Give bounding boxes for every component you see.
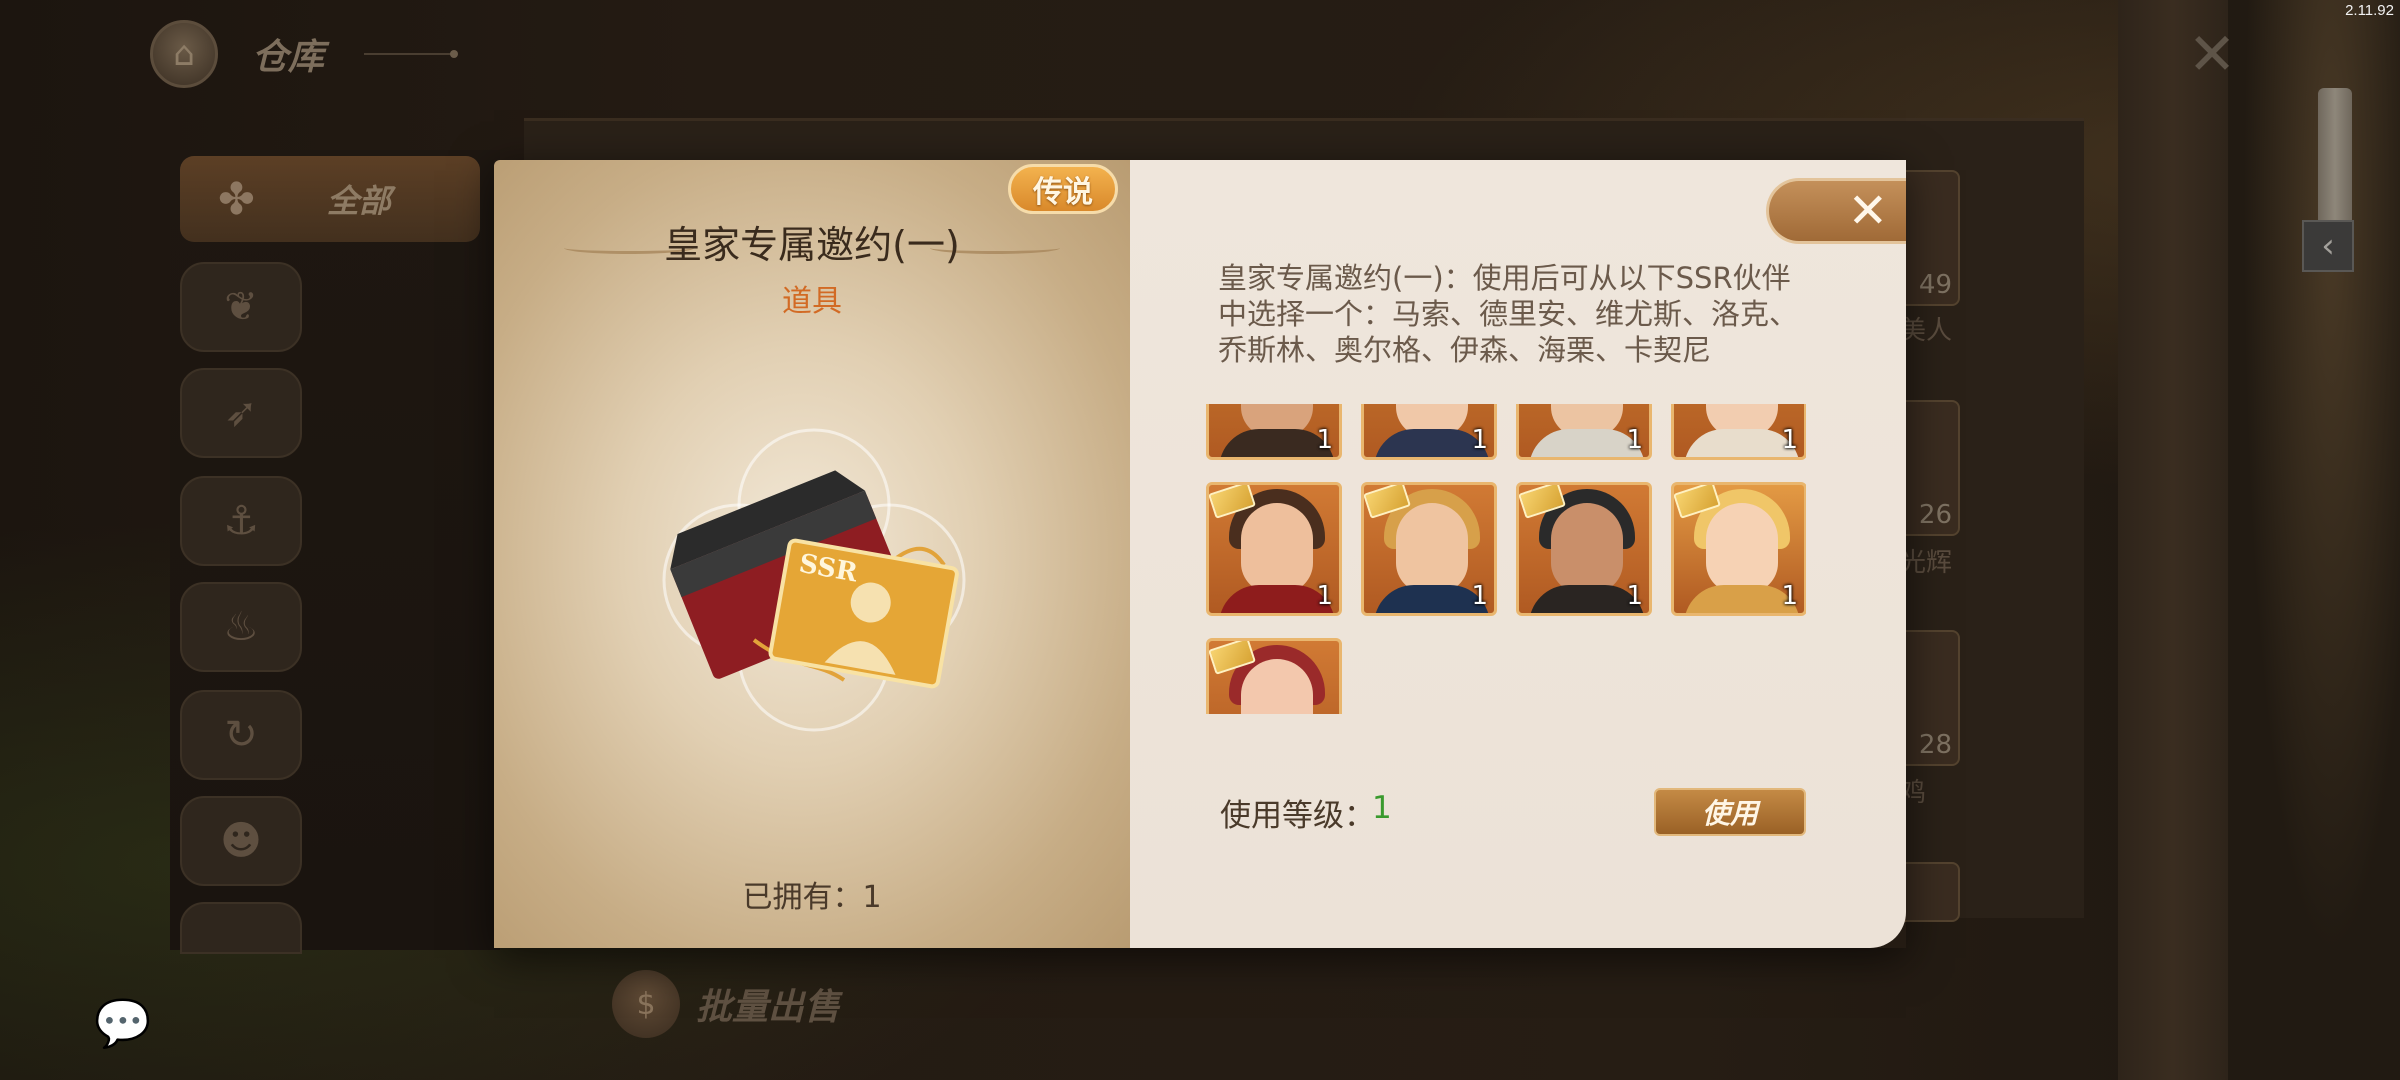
partner-portrait[interactable] — [1206, 638, 1342, 714]
version-label: 2.11.92 — [2345, 2, 2394, 19]
partner-portrait[interactable]: 1 — [1206, 404, 1342, 460]
portrait-face — [1241, 503, 1313, 593]
money-bag-icon: $ — [612, 970, 680, 1038]
title-divider — [364, 50, 459, 58]
partner-portrait-grid: 1 1 1 1 1 1 1 1 — [1206, 404, 1806, 714]
partner-portrait[interactable]: 1 — [1206, 482, 1342, 616]
cycle-icon[interactable]: ↻ — [180, 690, 302, 780]
owned-row: 已拥有：1 — [494, 872, 1130, 916]
top-bar: ⌂ 仓库 — [150, 14, 670, 94]
wheat-icon[interactable]: ❦ — [180, 262, 302, 352]
portrait-qty: 1 — [1626, 581, 1643, 611]
partner-portrait[interactable]: 1 — [1516, 482, 1652, 616]
portrait-icon[interactable]: ☻ — [180, 796, 302, 886]
partner-portrait[interactable]: 1 — [1516, 404, 1652, 460]
category-all-tab[interactable]: ✤ 全部 — [180, 156, 480, 242]
partner-portrait[interactable]: 1 — [1671, 404, 1806, 460]
portrait-qty: 1 — [1471, 425, 1488, 455]
item-count: 49 — [1918, 270, 1952, 300]
item-preview-panel: 传说 皇家专属邀约(一) 道具 SSR 已拥有：1 — [494, 160, 1130, 948]
owned-count: 1 — [862, 880, 882, 915]
page-title: 仓库 — [252, 36, 325, 78]
portrait-face — [1396, 503, 1468, 593]
portrait-qty: 1 — [1316, 581, 1333, 611]
item-count: 26 — [1918, 500, 1952, 530]
item-description: 皇家专属邀约(一)：使用后可从以下SSR伙伴中选择一个：马索、德里安、维尤斯、洛… — [1218, 261, 1799, 367]
bow-icon[interactable]: ➶ — [180, 368, 302, 458]
portrait-qty: 1 — [1471, 581, 1488, 611]
item-count: 28 — [1918, 730, 1952, 760]
portrait-qty: 1 — [1316, 425, 1333, 455]
use-button[interactable]: 使用 — [1654, 788, 1806, 836]
close-icon[interactable]: ✕ — [1766, 178, 1906, 244]
harpoon-icon[interactable]: ⚓ — [180, 476, 302, 566]
clover-icon: ✤ — [218, 173, 255, 225]
bulk-sell-button[interactable]: $ 批量出售 — [612, 970, 840, 1038]
partner-portrait[interactable]: 1 — [1361, 482, 1497, 616]
chat-icon[interactable]: 💬 — [94, 996, 151, 1051]
partner-portrait[interactable]: 1 — [1671, 482, 1806, 616]
partner-portrait[interactable]: 1 — [1361, 404, 1497, 460]
use-level-label: 使用等级： — [1220, 798, 1375, 834]
portrait-qty: 1 — [1781, 581, 1798, 611]
item-type: 道具 — [782, 284, 842, 319]
item-label: 美人 — [1900, 316, 1953, 346]
home-icon[interactable]: ⌂ — [150, 20, 218, 88]
portrait-qty: 1 — [1781, 425, 1798, 455]
portrait-face — [1706, 503, 1778, 593]
use-level-value: 1 — [1372, 790, 1392, 826]
side-collapse-button[interactable]: ‹ — [2302, 220, 2354, 272]
pot-icon[interactable]: ♨ — [180, 582, 302, 672]
candle-decor — [2318, 88, 2352, 228]
portrait-qty: 1 — [1626, 425, 1643, 455]
owned-label: 已拥有： — [742, 880, 863, 915]
invitation-card-icon: SSR — [662, 428, 966, 732]
item-label: 光辉 — [1900, 548, 1953, 578]
close-icon[interactable]: ✕ — [2180, 20, 2244, 88]
rarity-badge: 传说 — [1008, 164, 1118, 214]
item-name: 皇家专属邀约(一) — [664, 223, 960, 267]
badge-icon[interactable] — [180, 902, 302, 954]
right-wall-decor — [2228, 0, 2400, 1080]
category-all-label: 全部 — [326, 182, 391, 220]
right-frame-decor — [2118, 0, 2228, 1080]
item-detail-modal: 传说 皇家专属邀约(一) 道具 SSR 已拥有：1 ✕ 皇家专属邀约(一)：使用… — [494, 160, 1906, 948]
portrait-face — [1551, 503, 1623, 593]
bulk-sell-label: 批量出售 — [696, 987, 841, 1028]
